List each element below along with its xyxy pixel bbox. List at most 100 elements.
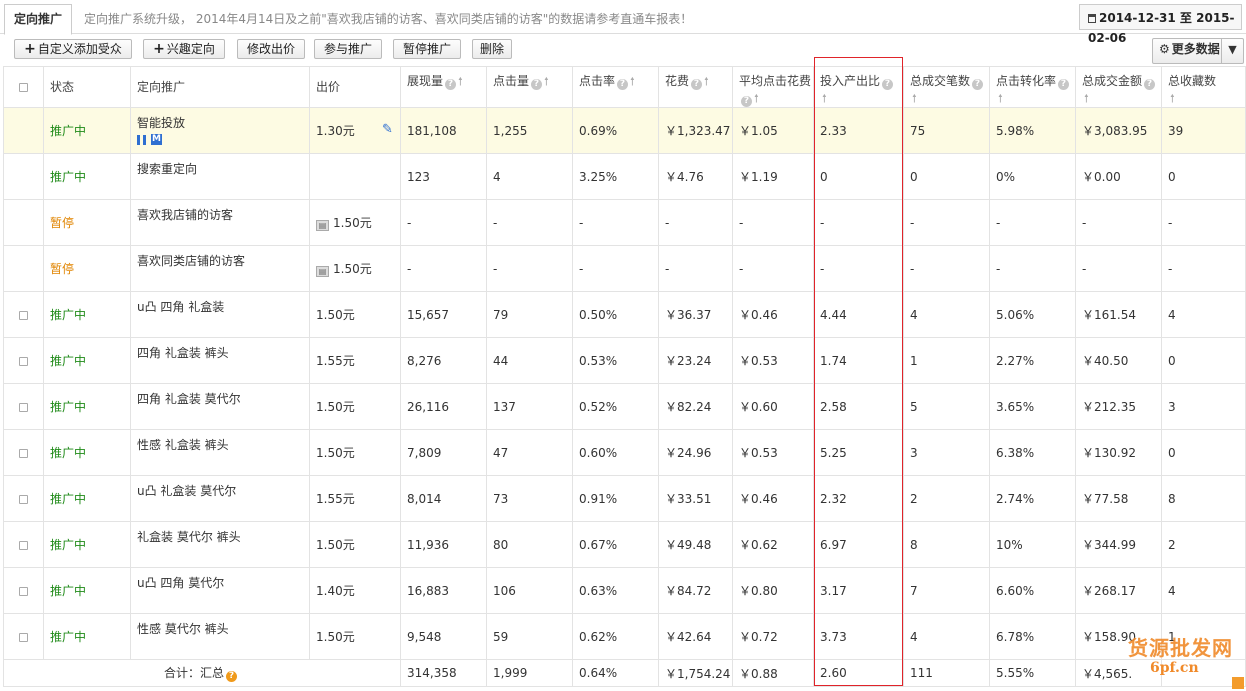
sort-arrow-icon[interactable]: 🠕 <box>544 73 549 90</box>
table-row[interactable]: 推广中 智能投放 M 1.30元 ✎ 181,108 1,255 0.69% ￥1,323.47… <box>3 107 1246 154</box>
avg-cpc-cell: - <box>732 245 814 292</box>
roi-cell: 2.58 <box>813 383 904 430</box>
add-custom-audience-button[interactable]: + 自定义添加受众 <box>14 39 132 59</box>
col-cost[interactable]: 花费? 🠕 <box>658 66 733 108</box>
scroll-corner[interactable] <box>1232 677 1244 689</box>
sort-arrow-icon[interactable]: 🠕 <box>704 73 709 90</box>
row-checkbox[interactable] <box>19 494 28 504</box>
row-checkbox[interactable] <box>19 402 28 412</box>
sort-arrow-icon[interactable]: 🠕 <box>822 90 827 107</box>
row-checkbox[interactable] <box>19 448 28 458</box>
sort-arrow-icon[interactable]: 🠕 <box>1170 90 1175 107</box>
help-icon[interactable]: ? <box>972 79 984 90</box>
row-select-cell <box>3 383 44 430</box>
target-name[interactable]: u凸 礼盒装 莫代尔 <box>137 484 236 498</box>
help-icon[interactable]: ? <box>741 96 752 107</box>
table-row[interactable]: 推广中 u凸 礼盒装 莫代尔 1.55元 8,014 73 0.91% ￥33.51 ￥0.4… <box>3 475 1246 522</box>
help-icon[interactable]: ? <box>226 671 238 682</box>
row-select-cell <box>3 107 44 154</box>
help-icon[interactable]: ? <box>691 79 703 90</box>
row-checkbox[interactable] <box>19 356 28 366</box>
target-name[interactable]: 性感 莫代尔 裤头 <box>137 622 229 636</box>
col-clicks[interactable]: 点击量? 🠕 <box>486 66 573 108</box>
bid-value: 1.50元 <box>316 446 355 460</box>
total-gmv: ￥4,565. <box>1075 659 1162 687</box>
gmv-cell: ￥40.50 <box>1075 337 1162 384</box>
help-icon[interactable]: ? <box>1144 79 1156 90</box>
help-icon[interactable]: ? <box>531 79 543 90</box>
col-roi-label: 投入产出比 <box>820 74 881 88</box>
sort-arrow-icon[interactable]: 🠕 <box>630 73 635 90</box>
table-row[interactable]: 推广中 u凸 四角 礼盒装 1.50元 15,657 79 0.50% ￥36.37 ￥0.4… <box>3 291 1246 338</box>
clicks-cell: 79 <box>486 291 573 338</box>
target-name[interactable]: u凸 四角 莫代尔 <box>137 576 224 590</box>
sort-arrow-icon[interactable]: 🠕 <box>912 90 917 107</box>
row-select-cell <box>3 245 44 292</box>
table-row[interactable]: 推广中 性感 莫代尔 裤头 1.50元 9,548 59 0.62% ￥42.64 ￥0.72… <box>3 613 1246 660</box>
select-all-checkbox[interactable] <box>19 82 28 92</box>
col-gmv[interactable]: 总成交金额? 🠕 <box>1075 66 1162 108</box>
help-icon[interactable]: ? <box>617 79 629 90</box>
date-range-picker[interactable]: 2014-12-31 至 2015-02-06 <box>1079 4 1242 45</box>
sort-arrow-icon[interactable]: 🠕 <box>458 73 463 90</box>
target-name[interactable]: 喜欢我店铺的访客 <box>137 208 233 222</box>
table-row[interactable]: 暂停 喜欢同类店铺的访客 ▤ 1.50元 - - - - - - - - - - <box>3 245 1246 292</box>
row-checkbox[interactable] <box>19 632 28 642</box>
col-ctr[interactable]: 点击率? 🠕 <box>572 66 659 108</box>
target-name[interactable]: 礼盒装 莫代尔 裤头 <box>137 530 241 544</box>
cost-cell: ￥1,323.47 <box>658 107 733 154</box>
pause-promotion-button[interactable]: 暂停推广 <box>393 39 461 59</box>
col-roi[interactable]: 投入产出比? 🠕 <box>813 66 904 108</box>
target-name[interactable]: 四角 礼盒装 裤头 <box>137 346 229 360</box>
table-row[interactable]: 推广中 礼盒装 莫代尔 裤头 1.50元 11,936 80 0.67% ￥49.48 ￥0.… <box>3 521 1246 568</box>
col-impressions[interactable]: 展现量? 🠕 <box>400 66 487 108</box>
table-row[interactable]: 暂停 喜欢我店铺的访客 ▤ 1.50元 - - - - - - - - - - <box>3 199 1246 246</box>
col-favs[interactable]: 总收藏数 🠕 <box>1161 66 1246 108</box>
roi-cell: 2.33 <box>813 107 904 154</box>
more-data-button[interactable]: ⚙ 更多数据 ▼ <box>1152 38 1244 64</box>
target-name[interactable]: 搜索重定向 <box>137 162 197 176</box>
interest-targeting-button[interactable]: + 兴趣定向 <box>143 39 225 59</box>
orders-cell: 3 <box>903 429 990 476</box>
chevron-down-icon[interactable]: ▼ <box>1221 39 1243 63</box>
ctr-cell: 0.62% <box>572 613 659 660</box>
table-row[interactable]: 推广中 u凸 四角 莫代尔 1.40元 16,883 106 0.63% ￥84.72 ￥0.… <box>3 567 1246 614</box>
row-checkbox[interactable] <box>19 540 28 550</box>
table-row[interactable]: 推广中 四角 礼盒装 裤头 1.55元 8,276 44 0.53% ￥23.24 ￥0.53… <box>3 337 1246 384</box>
roi-cell: - <box>813 245 904 292</box>
orders-cell: 5 <box>903 383 990 430</box>
help-icon[interactable]: ? <box>1058 79 1070 90</box>
target-name-cell: 四角 礼盒装 裤头 <box>130 337 310 384</box>
target-name[interactable]: 喜欢同类店铺的访客 <box>137 254 245 268</box>
edit-bid-icon[interactable]: ✎ <box>382 123 396 137</box>
status-cell: 推广中 <box>43 475 131 522</box>
col-avg-cpc[interactable]: 平均点击花费? 🠕 <box>732 66 814 108</box>
edit-bid-button[interactable]: 修改出价 <box>237 39 305 59</box>
sort-arrow-icon[interactable]: 🠕 <box>998 90 1003 107</box>
roi-cell: 1.74 <box>813 337 904 384</box>
total-roi: 2.60 <box>813 659 904 687</box>
col-cvr[interactable]: 点击转化率? 🠕 <box>989 66 1076 108</box>
gear-icon: ⚙ <box>1159 42 1170 56</box>
table-row[interactable]: 推广中 性感 礼盒装 裤头 1.50元 7,809 47 0.60% ￥24.96 ￥0.53… <box>3 429 1246 476</box>
sort-arrow-icon[interactable]: 🠕 <box>1084 90 1089 107</box>
join-promotion-button[interactable]: 参与推广 <box>314 39 382 59</box>
delete-button[interactable]: 删除 <box>472 39 512 59</box>
target-name[interactable]: 性感 礼盒装 裤头 <box>137 438 229 452</box>
total-orders: 111 <box>903 659 990 687</box>
col-orders[interactable]: 总成交笔数? 🠕 <box>903 66 990 108</box>
help-icon[interactable]: ? <box>882 79 894 90</box>
table-row[interactable]: 推广中 搜索重定向 123 4 3.25% ￥4.76 ￥1.19 0 0 0% ￥0.00 0 <box>3 153 1246 200</box>
target-name[interactable]: 四角 礼盒装 莫代尔 <box>137 392 241 406</box>
help-icon[interactable]: ? <box>445 79 457 90</box>
target-name[interactable]: 智能投放 <box>137 116 185 130</box>
status-cell: 推广中 <box>43 567 131 614</box>
row-checkbox[interactable] <box>19 586 28 596</box>
cvr-cell: - <box>989 199 1076 246</box>
pause-icon[interactable] <box>137 134 146 145</box>
table-row[interactable]: 推广中 四角 礼盒装 莫代尔 1.50元 26,116 137 0.52% ￥82.24 ￥0… <box>3 383 1246 430</box>
row-checkbox[interactable] <box>19 310 28 320</box>
target-name[interactable]: u凸 四角 礼盒装 <box>137 300 224 314</box>
tab-targeted-promotion[interactable]: 定向推广 <box>4 4 72 35</box>
sort-arrow-icon[interactable]: 🠕 <box>754 90 759 107</box>
